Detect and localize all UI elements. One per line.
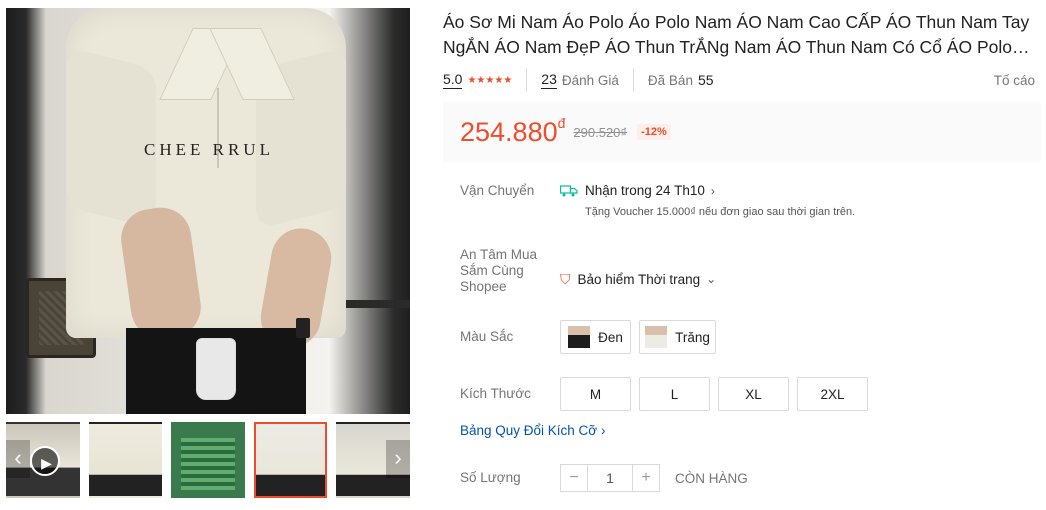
chevron-left-icon[interactable]: ‹ [6, 440, 30, 478]
color-option-white[interactable]: Trăng [639, 320, 716, 354]
quantity-increase-button[interactable]: + [632, 464, 660, 492]
protection-label: An Tâm Mua Sắm Cùng Shopee [460, 247, 538, 294]
shirt-print-text: CHEE RRUL [144, 140, 274, 159]
size-chart-table [181, 438, 235, 490]
play-icon[interactable]: ▶ [30, 446, 60, 476]
color-swatch-black [568, 326, 591, 348]
delivery-text: Nhận trong 24 Th10 [585, 183, 705, 198]
size-option-xl[interactable]: XL [718, 377, 789, 411]
shipping-content: Nhận trong 24 Th10 › Tặng Voucher 15.000… [560, 183, 855, 218]
color-row: Màu Sắc Đen Trăng [460, 320, 724, 354]
quantity-decrease-button[interactable]: − [560, 464, 588, 492]
coffee-cup [196, 338, 236, 400]
size-row: Kích Thước M L XL 2XL [460, 377, 876, 411]
shipping-row: Vận Chuyển Nhận trong 24 Th10 › Tặng Vou… [460, 183, 855, 218]
wristwatch [296, 318, 310, 338]
quantity-label: Số Lượng [460, 470, 521, 485]
chevron-right-icon: › [600, 423, 606, 438]
thumbnail-size-chart[interactable] [171, 422, 245, 498]
size-option-l[interactable]: L [639, 377, 710, 411]
thumbnail-image-selected[interactable] [253, 422, 328, 498]
color-option-label: Trăng [675, 329, 710, 345]
color-option-black[interactable]: Đen [560, 320, 631, 354]
chevron-right-icon: › [710, 183, 715, 198]
size-guide-label: Bảng Quy Đổi Kích Cỡ [460, 423, 598, 438]
size-label: Kích Thước [460, 386, 531, 401]
product-gallery: CHEE RRUL ‹ ▶ › [6, 8, 410, 498]
quantity-input[interactable]: 1 [588, 464, 632, 492]
shield-icon: ⛉ [560, 270, 571, 287]
stock-status: CÒN HÀNG [675, 470, 748, 486]
protection-dropdown[interactable]: ⛉ Bảo hiểm Thời trang ⌄ [560, 263, 716, 295]
size-guide-link[interactable]: Bảng Quy Đổi Kích Cỡ › [460, 423, 605, 438]
main-product-image[interactable]: CHEE RRUL [6, 8, 410, 414]
delivery-info[interactable]: Nhận trong 24 Th10 › [560, 183, 855, 198]
shirt-collar [196, 28, 256, 108]
truck-icon [560, 184, 578, 196]
color-swatch-white [645, 326, 668, 348]
quantity-stepper: − 1 + [560, 464, 660, 492]
chevron-down-icon: ⌄ [706, 272, 717, 286]
color-option-label: Đen [598, 329, 623, 345]
color-label: Màu Sắc [460, 329, 514, 344]
protection-value: Bảo hiểm Thời trang [577, 271, 701, 287]
thumbnail-strip: ‹ ▶ › [6, 422, 410, 498]
shipping-label: Vận Chuyển [460, 183, 535, 198]
size-option-2xl[interactable]: 2XL [797, 377, 868, 411]
chevron-right-icon[interactable]: › [386, 440, 410, 478]
shipping-voucher-note: Tặng Voucher 15.000₫ nếu đơn giao sau th… [585, 206, 856, 218]
size-option-m[interactable]: M [560, 377, 631, 411]
protection-row: An Tâm Mua Sắm Cùng Shopee ⛉ Bảo hiểm Th… [460, 247, 716, 295]
quantity-row: Số Lượng − 1 + CÒN HÀNG [460, 464, 748, 492]
shirt-sleeve-left [66, 46, 156, 230]
product-details: Vận Chuyển Nhận trong 24 Th10 › Tặng Vou… [443, 0, 1041, 510]
thumbnail-image[interactable] [88, 422, 163, 498]
